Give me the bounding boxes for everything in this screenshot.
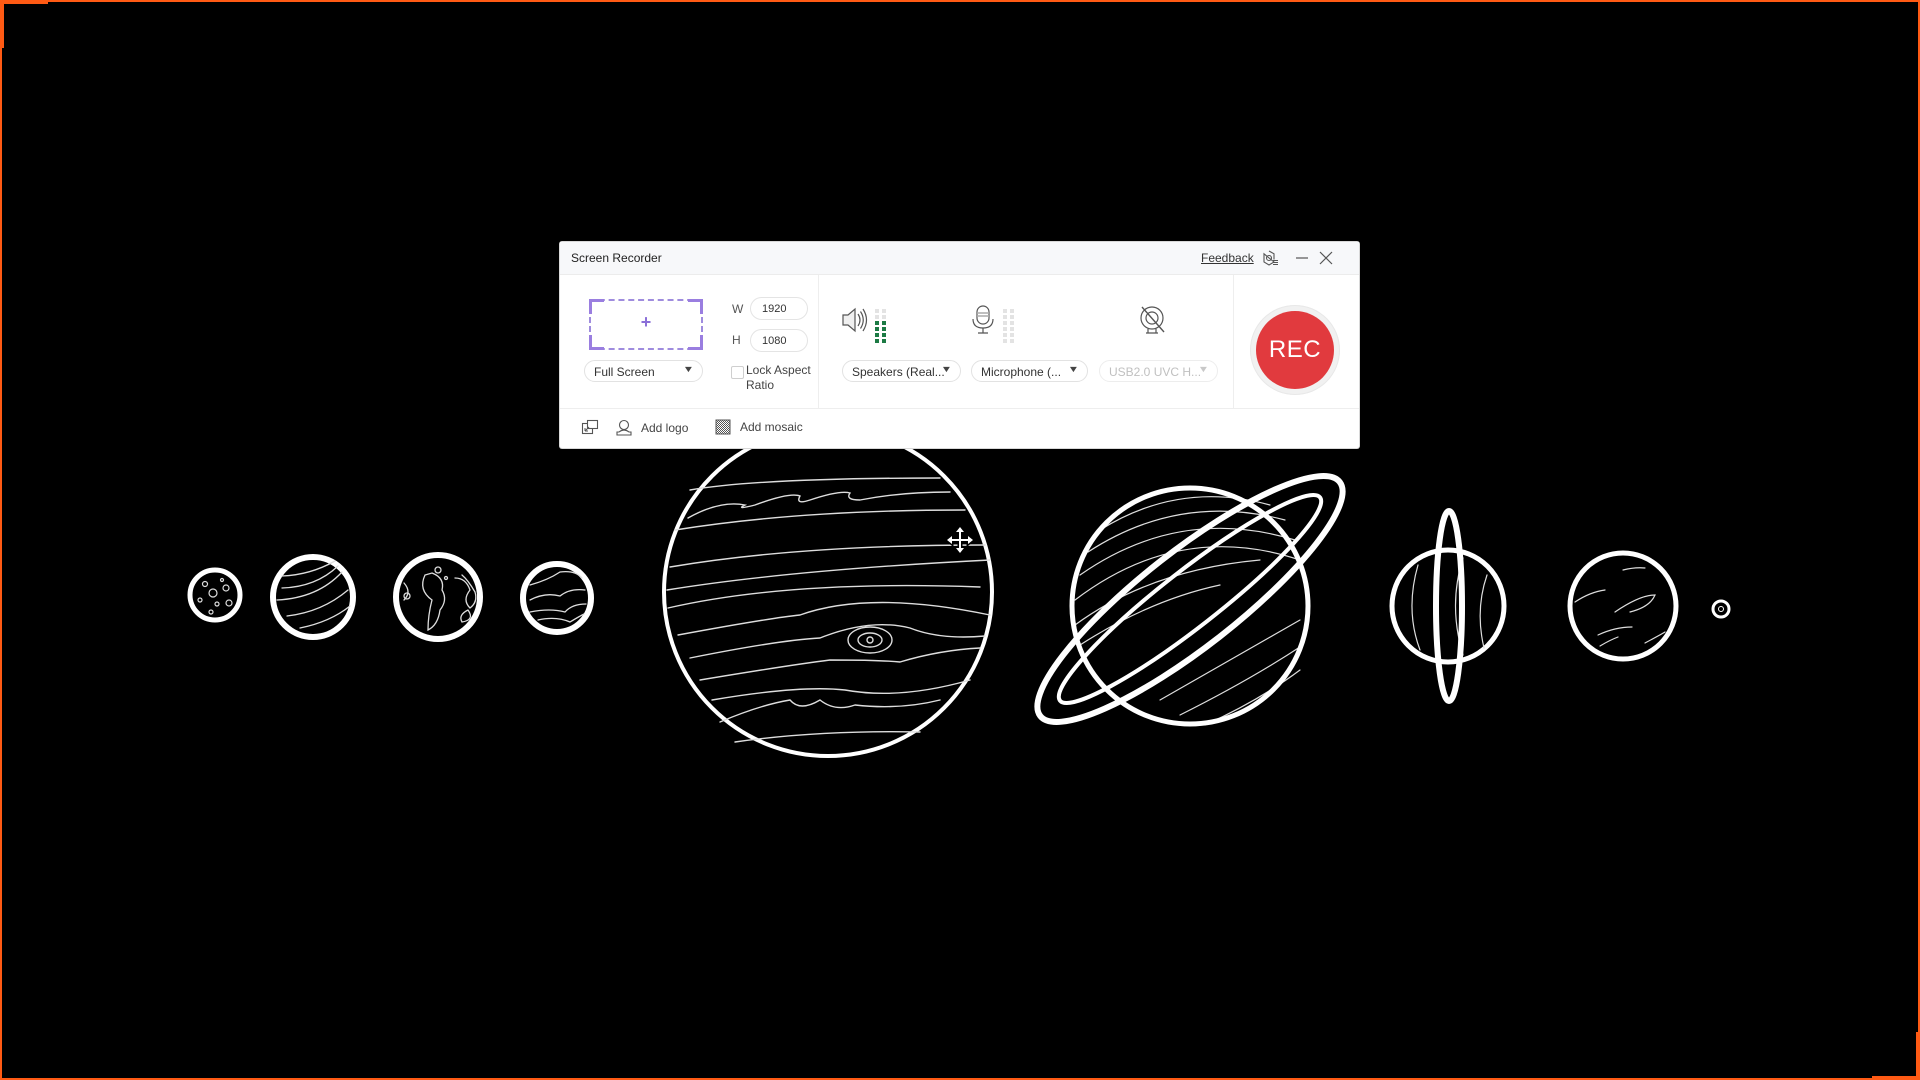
chevron-down-icon: ▼ (1197, 364, 1210, 374)
level-meter-cell (882, 309, 886, 313)
planet-saturn (1034, 473, 1346, 727)
level-meter-cell (875, 339, 879, 343)
width-input[interactable]: 1920 (750, 297, 808, 320)
planet-pluto (1711, 599, 1731, 619)
level-meter-cell (1010, 339, 1014, 343)
level-meter-cell (875, 327, 879, 331)
level-meter-cell (1010, 327, 1014, 331)
lock-aspect-ratio-checkbox[interactable] (731, 366, 744, 379)
level-meter-cell (1003, 321, 1007, 325)
section-divider (1233, 275, 1234, 408)
webcam-device-value: USB2.0 UVC H... (1109, 365, 1202, 379)
speaker-icon[interactable] (840, 305, 872, 335)
person-logo-icon (616, 419, 632, 436)
level-meter-cell (882, 327, 886, 331)
height-label: H (732, 333, 741, 347)
chevron-down-icon: ▼ (940, 364, 953, 374)
microphone-level-meter (1003, 309, 1014, 343)
chevron-down-icon: ▼ (1067, 364, 1080, 374)
lock-aspect-ratio-label: Lock Aspect Ratio (746, 363, 811, 392)
microphone-device-dropdown[interactable]: Microphone (... ▼ (971, 360, 1088, 382)
level-meter-cell (1003, 333, 1007, 337)
add-mosaic-label: Add mosaic (740, 420, 803, 434)
picture-in-picture-button[interactable] (581, 419, 608, 435)
feedback-link[interactable]: Feedback (1201, 251, 1254, 265)
planet-mercury (187, 567, 243, 623)
level-meter-cell (875, 333, 879, 337)
microphone-icon[interactable] (970, 304, 996, 336)
record-button[interactable]: REC (1256, 311, 1334, 389)
level-meter-cell (1010, 321, 1014, 325)
screen-recorder-window: Screen Recorder Feedback + W 1920 H 1080… (560, 242, 1359, 448)
capture-corner-handle[interactable] (0, 0, 48, 4)
settings-gear-icon[interactable] (1261, 249, 1279, 267)
speaker-device-dropdown[interactable]: Speakers (Real... ▼ (842, 360, 961, 382)
level-meter-cell (882, 321, 886, 325)
webcam-device-dropdown[interactable]: USB2.0 UVC H... ▼ (1099, 360, 1218, 382)
window-title: Screen Recorder (571, 251, 662, 265)
capture-mode-value: Full Screen (594, 365, 655, 379)
bottom-toolbar: Add logo Add mosaic (560, 409, 1359, 448)
level-meter-cell (1010, 333, 1014, 337)
move-cursor-icon (945, 525, 975, 555)
planet-neptune (1567, 550, 1679, 662)
webcam-off-icon[interactable] (1138, 304, 1168, 336)
level-meter-cell (875, 315, 879, 319)
speaker-level-meter (875, 309, 886, 343)
add-mosaic-button[interactable]: Add mosaic (715, 419, 803, 435)
level-meter-cell (1003, 309, 1007, 313)
title-bar[interactable]: Screen Recorder Feedback (560, 242, 1359, 275)
level-meter-cell (882, 339, 886, 343)
microphone-device-value: Microphone (... (981, 365, 1062, 379)
minimize-icon[interactable] (1293, 249, 1311, 267)
add-logo-label: Add logo (641, 421, 689, 435)
planet-venus (270, 554, 356, 640)
capture-corner-handle[interactable] (1916, 1032, 1920, 1080)
capture-corner-handle[interactable] (1872, 1076, 1920, 1080)
level-meter-cell (882, 315, 886, 319)
select-region-button[interactable]: + (589, 299, 703, 350)
close-icon[interactable] (1317, 249, 1335, 267)
mosaic-icon (715, 419, 731, 435)
level-meter-cell (875, 309, 879, 313)
level-meter-cell (1003, 315, 1007, 319)
planet-mars (520, 561, 594, 635)
level-meter-cell (1003, 327, 1007, 331)
level-meter-cell (1003, 339, 1007, 343)
speaker-device-value: Speakers (Real... (852, 365, 945, 379)
level-meter-cell (1010, 315, 1014, 319)
planet-earth (393, 552, 483, 642)
height-input[interactable]: 1080 (750, 329, 808, 352)
capture-mode-dropdown[interactable]: Full Screen ▼ (584, 360, 703, 382)
picture-in-picture-icon (581, 419, 599, 435)
add-logo-button[interactable]: Add logo (616, 419, 688, 437)
planet-uranus (1389, 508, 1507, 704)
chevron-down-icon: ▼ (682, 364, 695, 374)
level-meter-cell (882, 333, 886, 337)
level-meter-cell (1010, 309, 1014, 313)
plus-icon: + (640, 312, 652, 332)
width-label: W (732, 302, 744, 316)
level-meter-cell (875, 321, 879, 325)
planet-jupiter (662, 426, 994, 758)
capture-corner-handle[interactable] (0, 0, 4, 48)
